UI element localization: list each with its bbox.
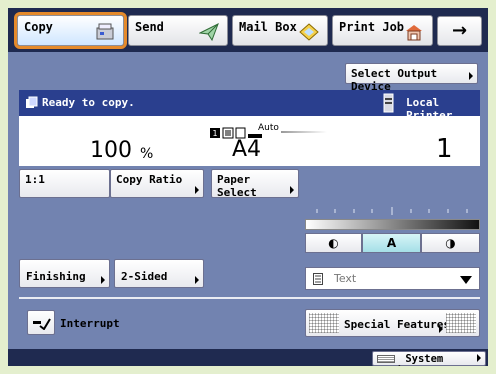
tab-mail-box-label: Mail Box xyxy=(239,20,297,34)
copier-panel: Copy Send Mail Box Print Job → Select Ou xyxy=(8,8,488,366)
tab-mail-box[interactable]: Mail Box xyxy=(232,15,328,46)
density-lighter-icon: ◐ xyxy=(328,236,339,250)
one-to-one-button[interactable]: 1:1 xyxy=(19,169,110,198)
caret-right-icon xyxy=(195,186,199,194)
caret-right-icon xyxy=(195,276,199,284)
tab-print-job[interactable]: Print Job xyxy=(332,15,433,46)
svg-text:1: 1 xyxy=(212,129,217,138)
caret-right-icon xyxy=(469,72,473,80)
auto-underline xyxy=(281,131,327,133)
more-functions-button[interactable]: → xyxy=(437,16,482,46)
two-sided-button[interactable]: 2-Sided xyxy=(114,259,204,288)
text-document-icon xyxy=(313,273,323,285)
tab-copy[interactable]: Copy xyxy=(14,12,127,49)
two-sided-label: 2-Sided xyxy=(121,270,168,283)
caret-right-icon xyxy=(290,186,294,194)
density-scale-ticks xyxy=(316,207,468,215)
paper-select-button[interactable]: Paper Select xyxy=(211,169,299,199)
copy-count: 1 xyxy=(436,134,453,164)
pattern-swatch-right xyxy=(446,313,476,333)
finishing-button[interactable]: Finishing xyxy=(19,259,110,288)
density-darker-icon: ◑ xyxy=(445,236,456,250)
density-gradient-bar xyxy=(305,219,480,230)
caret-right-icon xyxy=(439,325,443,333)
pattern-swatch-left xyxy=(309,313,339,333)
printer-icon xyxy=(406,25,422,41)
density-darker-button[interactable]: ◑ xyxy=(421,233,480,253)
caret-right-icon xyxy=(477,354,481,362)
paper-size-value: A4 xyxy=(232,137,262,162)
tab-copy-label: Copy xyxy=(24,20,53,34)
density-auto-button[interactable]: A xyxy=(362,233,421,253)
chevron-down-icon xyxy=(460,276,472,284)
interrupt-label: Interrupt xyxy=(60,317,120,330)
finishing-label: Finishing xyxy=(26,270,86,283)
tab-send-label: Send xyxy=(135,20,164,34)
monitor-icon xyxy=(377,355,395,363)
one-to-one-label: 1:1 xyxy=(25,173,45,186)
special-features-label: Special Features xyxy=(344,318,450,331)
interrupt-icon xyxy=(33,318,51,330)
status-message: Ready to copy. xyxy=(42,96,135,109)
tab-send[interactable]: Send xyxy=(128,15,228,46)
density-lighter-button[interactable]: ◐ xyxy=(305,233,362,253)
density-auto-label: A xyxy=(386,236,397,250)
tab-print-job-label: Print Job xyxy=(339,20,405,34)
system-monitor-button[interactable]: System Monitor xyxy=(372,351,486,366)
caret-right-icon xyxy=(101,276,105,284)
image-type-value: Text xyxy=(334,272,357,285)
interrupt-button[interactable] xyxy=(27,310,55,335)
mailbox-icon xyxy=(299,23,319,41)
paper-auto-label: Auto xyxy=(258,123,279,133)
copy-ratio-unit: % xyxy=(140,146,154,162)
select-output-device-button[interactable]: Select Output Device xyxy=(345,63,478,93)
copy-ratio-label: Copy Ratio xyxy=(116,173,183,186)
image-type-dropdown[interactable]: Text xyxy=(305,267,480,290)
copy-ratio-button[interactable]: Copy Ratio xyxy=(110,169,204,198)
local-printer-icon xyxy=(383,93,394,113)
status-bar: Ready to copy. Local Printer xyxy=(19,90,480,122)
copy-settings-summary: 100 % 1 Auto A4 1 xyxy=(19,116,480,166)
copy-status-icon xyxy=(26,96,38,108)
paper-select-label: Paper Select xyxy=(217,173,257,199)
copy-ratio-value: 100 xyxy=(90,138,132,163)
special-features-button[interactable]: Special Features xyxy=(305,309,480,337)
copier-icon xyxy=(96,23,114,40)
section-divider xyxy=(19,297,480,299)
paper-plane-icon xyxy=(199,22,219,42)
